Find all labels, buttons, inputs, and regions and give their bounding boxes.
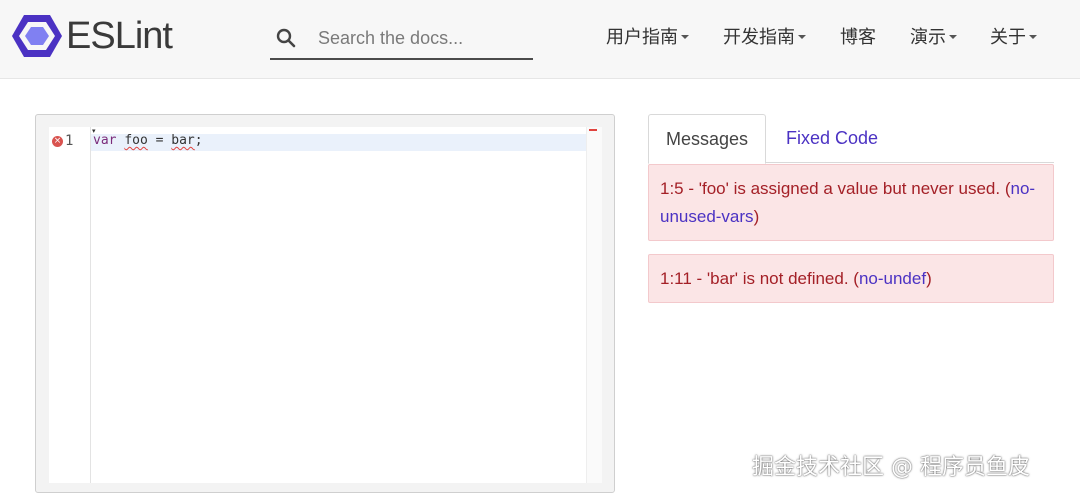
message-close: )	[926, 269, 932, 288]
search-bar	[270, 18, 533, 60]
caret-down-icon	[681, 35, 689, 39]
search-icon[interactable]	[276, 28, 296, 48]
code-editor-area[interactable]: × 1 ▾ var foo = bar;	[49, 127, 602, 483]
line-number: 1	[65, 133, 74, 149]
caret-down-icon	[949, 35, 957, 39]
nav-label: 用户指南	[606, 27, 678, 47]
caret-down-icon	[1029, 35, 1037, 39]
semicolon-token: ;	[194, 133, 203, 148]
nav-about[interactable]: 关于	[990, 24, 1037, 48]
reference-token: bar	[171, 133, 195, 148]
nav-label: 演示	[910, 27, 946, 47]
nav-label: 博客	[840, 27, 876, 47]
nav-developer-guide[interactable]: 开发指南	[723, 24, 806, 48]
top-navbar: ESLint 用户指南 开发指南 博客 演示 关于	[0, 0, 1080, 79]
code-line[interactable]: var foo = bar;	[93, 133, 203, 148]
editor-gutter: × 1	[49, 127, 91, 483]
identifier-token: foo	[124, 133, 148, 148]
nav-user-guide[interactable]: 用户指南	[606, 24, 689, 48]
nav-label: 开发指南	[723, 27, 795, 47]
message-text: 1:11 - 'bar' is not defined. (	[660, 269, 859, 288]
caret-down-icon	[798, 35, 806, 39]
message-close: )	[753, 207, 760, 226]
search-input[interactable]	[316, 26, 520, 50]
keyword-token: var	[93, 133, 117, 148]
error-message: 1:5 - 'foo' is assigned a value but neve…	[648, 164, 1054, 241]
tabs-divider	[766, 162, 1054, 163]
editor-scrollbar[interactable]	[586, 127, 602, 483]
error-message: 1:11 - 'bar' is not defined. (no-undef)	[648, 254, 1054, 303]
error-marker	[589, 129, 597, 131]
nav-label: 关于	[990, 27, 1026, 47]
eslint-logo[interactable]: ESLint	[12, 12, 173, 60]
nav-demo[interactable]: 演示	[910, 24, 957, 48]
tab-fixed-code[interactable]: Fixed Code	[786, 128, 878, 149]
error-icon[interactable]: ×	[52, 136, 63, 147]
logo-text: ESLint	[66, 14, 173, 57]
tab-messages[interactable]: Messages	[648, 114, 766, 164]
rule-link-no-undef[interactable]: no-undef	[859, 269, 926, 288]
nav-blog[interactable]: 博客	[840, 24, 876, 48]
watermark: 掘金技术社区 @ 程序员鱼皮	[752, 455, 1030, 480]
code-editor: × 1 ▾ var foo = bar;	[35, 114, 615, 493]
message-text: 1:5 - 'foo' is assigned a value but neve…	[660, 179, 1011, 198]
operator-token: =	[147, 133, 172, 148]
eslint-hexagon-icon	[12, 15, 62, 57]
